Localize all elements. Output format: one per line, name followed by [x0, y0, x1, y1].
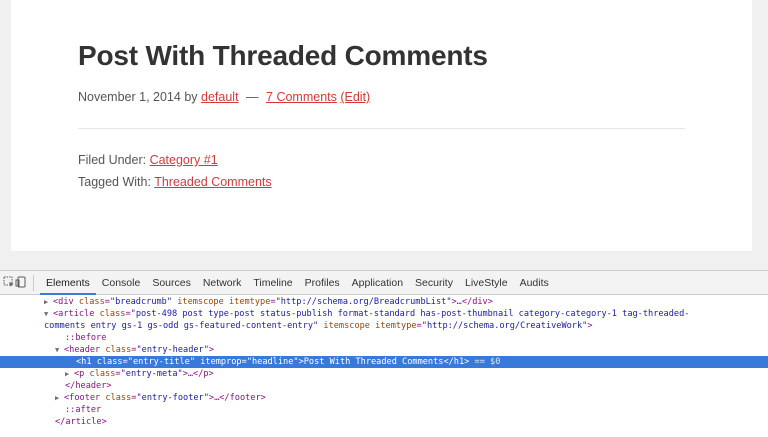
dom-node-entry-meta[interactable]: ▶ <p class="entry-meta">…</p> — [0, 368, 768, 380]
tab-security[interactable]: Security — [409, 271, 459, 295]
article-card: Post With Threaded Comments November 1, … — [11, 0, 752, 251]
dom-node-article[interactable]: ▼ <article class="post-498 post type-post… — [0, 308, 768, 320]
dom-tree: ▶ <div class="breadcrumb" itemscope itemt… — [0, 296, 768, 437]
dom-node-footer[interactable]: ▶ <footer class="entry-footer">…</footer> — [0, 392, 768, 404]
dom-node-breadcrumb[interactable]: ▶ <div class="breadcrumb" itemscope itemt… — [0, 296, 768, 308]
dom-node-article-cont: comments entry gs-1 gs-odd gs-featured-c… — [44, 321, 593, 331]
expand-arrow-icon[interactable]: ▶ — [55, 392, 64, 404]
category-link[interactable]: Category #1 — [150, 153, 218, 167]
tag-link[interactable]: Threaded Comments — [154, 175, 271, 189]
post-date: November 1, 2014 — [78, 90, 181, 104]
tagged-with-line: Tagged With: Threaded Comments — [78, 175, 272, 189]
expand-arrow-icon[interactable]: ▶ — [65, 368, 74, 380]
devtools-tabs: Elements Console Sources Network Timelin… — [40, 271, 555, 295]
devtools-panel: Elements Console Sources Network Timelin… — [0, 270, 768, 437]
collapse-arrow-icon[interactable]: ▼ — [55, 344, 64, 356]
page-title: Post With Threaded Comments — [78, 40, 488, 71]
tab-profiles[interactable]: Profiles — [299, 271, 346, 295]
entry-meta: November 1, 2014 by default — 7 Comments… — [78, 90, 370, 104]
toolbar-divider — [33, 275, 34, 291]
dom-node-h1-selected[interactable]: <h1 class="entry-title" itemprop="headli… — [0, 356, 768, 368]
meta-separator: — — [246, 90, 259, 104]
comments-link[interactable]: 7 Comments — [266, 90, 337, 104]
divider — [78, 128, 685, 129]
dom-node-before[interactable]: ::before — [0, 332, 768, 344]
tab-elements[interactable]: Elements — [40, 271, 96, 295]
dom-node-after[interactable]: ::after — [0, 404, 768, 416]
dom-node-header[interactable]: ▼ <header class="entry-header"> — [0, 344, 768, 356]
by-label: by — [184, 90, 198, 104]
tab-console[interactable]: Console — [96, 271, 147, 295]
filed-under-label: Filed Under: — [78, 153, 147, 167]
tab-audits[interactable]: Audits — [514, 271, 555, 295]
tab-application[interactable]: Application — [346, 271, 409, 295]
filed-under-line: Filed Under: Category #1 — [78, 153, 218, 167]
expand-arrow-icon[interactable]: ▶ — [44, 296, 53, 308]
collapse-arrow-icon[interactable]: ▼ — [44, 308, 53, 320]
tab-network[interactable]: Network — [197, 271, 248, 295]
tab-timeline[interactable]: Timeline — [247, 271, 298, 295]
device-toolbar-icon[interactable] — [14, 276, 28, 290]
dom-node-header-close[interactable]: </header> — [0, 380, 768, 392]
tagged-with-label: Tagged With: — [78, 175, 151, 189]
dom-node-article-close[interactable]: </article> — [0, 416, 768, 428]
edit-link[interactable]: (Edit) — [340, 90, 370, 104]
devtools-toolbar: Elements Console Sources Network Timelin… — [0, 271, 768, 295]
browser-viewport: Post With Threaded Comments November 1, … — [0, 0, 768, 265]
author-link[interactable]: default — [201, 90, 239, 104]
tab-livestyle[interactable]: LiveStyle — [459, 271, 514, 295]
tab-sources[interactable]: Sources — [146, 271, 197, 295]
